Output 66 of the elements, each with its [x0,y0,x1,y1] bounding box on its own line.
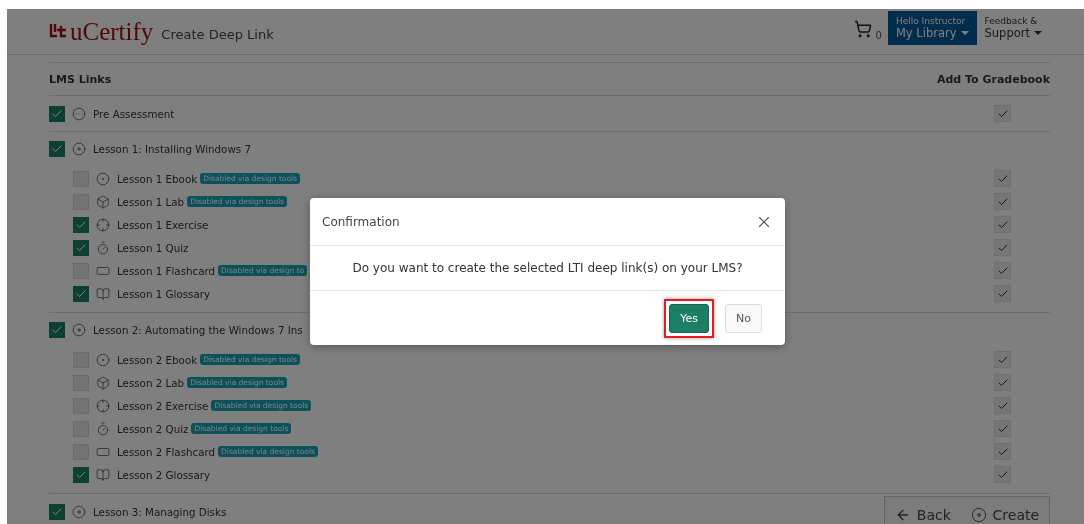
exercise-icon [96,217,110,232]
quiz-icon [96,240,110,255]
account-menu[interactable]: Hello Instructor My Library [887,10,977,45]
lab-icon [96,194,110,209]
exercise-icon [96,398,110,413]
item-title: Lesson 3: Managing Disks [93,505,227,518]
item-title: Lesson 2 Ebook [117,353,198,366]
gradebook-checkbox[interactable] [994,443,1011,460]
dialog-title: Confirmation [322,214,400,229]
cart-count: 0 [875,30,882,41]
gradebook-checkbox[interactable] [994,420,1011,437]
dialog-message: Do you want to create the selected LTI deep link(s) on your LMS? [352,261,743,275]
gradebook-checkbox[interactable] [994,374,1011,391]
lesson-icon [72,141,86,156]
lab-icon [96,375,110,390]
item-title: Pre Assessment [93,107,175,120]
column-header: LMS Links [49,72,112,86]
gradebook-checkbox[interactable] [994,170,1011,187]
logo[interactable]: uCertify [70,17,154,46]
glossary-icon [96,286,110,301]
gradebook-checkbox[interactable] [994,239,1011,256]
glossary-icon [96,467,110,482]
lesson-icon [72,322,86,337]
create-button[interactable]: Create [970,507,1040,523]
gradebook-checkbox[interactable] [994,351,1011,368]
checkbox[interactable] [73,466,89,483]
gradebook-checkbox[interactable] [994,466,1011,483]
checkbox[interactable] [49,503,65,520]
gradebook-checkbox[interactable] [994,262,1011,279]
gradebook-checkbox[interactable] [994,105,1011,122]
item-title: Lesson 2: Automating the Windows 7 Ins [93,323,303,336]
item-title: Lesson 1 Quiz [117,241,189,254]
ebook-icon [96,171,110,186]
item-title: Lesson 2 Lab [117,376,185,389]
checkbox[interactable] [73,216,89,233]
checkbox[interactable] [49,321,65,338]
checkbox[interactable] [49,140,65,157]
item-title: Lesson 1 Ebook [117,172,198,185]
gradebook-checkbox[interactable] [994,193,1011,210]
ebook-icon [96,352,110,367]
confirm-button[interactable]: Yes [669,303,710,333]
cancel-button[interactable]: No [725,303,762,333]
item-title: Lesson 2 Flashcard [117,445,216,458]
create-icon [970,507,987,523]
item-title: Lesson 1 Exercise [117,218,209,231]
item-title: Lesson 1 Glossary [117,287,211,300]
assessment-icon [72,106,86,121]
item-title: Lesson 1 Flashcard [117,264,216,277]
item-title: Lesson 2 Glossary [117,468,211,481]
quiz-icon [96,421,110,436]
back-button[interactable]: Back [894,507,951,523]
support-menu[interactable]: Feedback & Support [976,15,1050,40]
checkbox[interactable] [73,285,89,302]
item-title: Lesson 2 Quiz [117,422,189,435]
item-title: Lesson 1: Installing Windows 7 [93,142,251,155]
gradebook-checkbox[interactable] [994,285,1011,302]
cart-icon[interactable] [853,19,872,38]
column-header: Add To Gradebook [936,72,1050,86]
lesson-icon [72,504,86,519]
item-title: Lesson 1 Lab [117,195,185,208]
gradebook-checkbox[interactable] [994,397,1011,414]
item-title: Lesson 2 Exercise [117,399,209,412]
gradebook-checkbox[interactable] [994,216,1011,233]
page-title: Create Deep Link [161,27,274,42]
checkbox[interactable] [49,105,65,122]
checkbox[interactable] [73,239,89,256]
